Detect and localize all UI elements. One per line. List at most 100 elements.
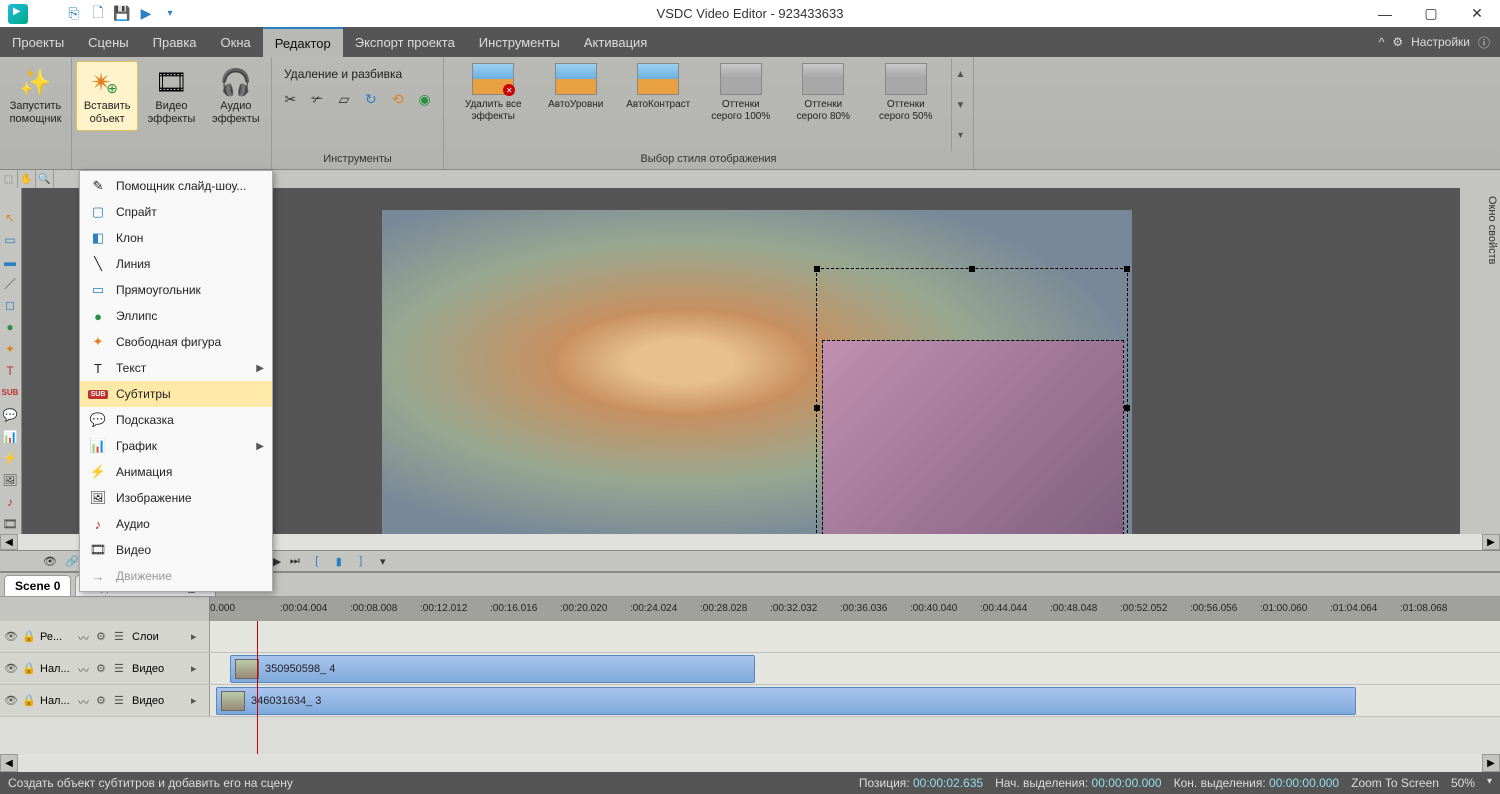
timeline-ruler[interactable]: 0.000:00:04.004:00:08.008:00:12.012:00:1… bbox=[210, 597, 1500, 621]
stabilize-icon[interactable]: ◉ bbox=[414, 87, 435, 111]
anim-tool-icon[interactable]: ⚡ bbox=[0, 448, 20, 468]
maximize-button[interactable]: ▢ bbox=[1408, 0, 1454, 27]
fx-icon[interactable]: ⚙ bbox=[96, 630, 110, 644]
tip-tool-icon[interactable]: 💬 bbox=[0, 405, 20, 425]
canvas-scrollbar[interactable] bbox=[1460, 188, 1478, 534]
rect2-tool-icon[interactable]: ▬ bbox=[0, 252, 20, 272]
list-icon[interactable]: ☰ bbox=[114, 630, 128, 644]
track[interactable] bbox=[210, 621, 1500, 652]
eye-icon[interactable]: 👁 bbox=[4, 694, 18, 708]
dd-item-эллипс[interactable]: ●Эллипс bbox=[80, 303, 272, 329]
list-icon[interactable]: ☰ bbox=[114, 662, 128, 676]
preview-canvas[interactable] bbox=[382, 210, 1132, 534]
dd-item-прямоугольник[interactable]: ▭Прямоугольник bbox=[80, 277, 272, 303]
gallery-more-icon[interactable]: ▾ bbox=[952, 120, 969, 151]
style-item-1[interactable]: АвтоУровни bbox=[539, 63, 614, 111]
eye-icon[interactable]: 👁 bbox=[4, 630, 18, 644]
text-tool-icon[interactable]: T bbox=[0, 361, 20, 381]
new-icon[interactable]: ⎘ bbox=[66, 6, 82, 22]
tp-more-icon[interactable]: ▾ bbox=[373, 552, 393, 570]
canvas-scroll-right[interactable]: ▶ bbox=[1482, 534, 1500, 550]
save-icon[interactable]: 💾 bbox=[114, 6, 130, 22]
dd-item-анимация[interactable]: ⚡Анимация bbox=[80, 459, 272, 485]
minimize-button[interactable]: — bbox=[1362, 0, 1408, 27]
chevron-icon[interactable]: ▸ bbox=[191, 694, 205, 708]
info-icon[interactable]: ⓘ bbox=[1478, 34, 1490, 51]
menu-tools[interactable]: Инструменты bbox=[467, 27, 572, 57]
tp-range-icon[interactable]: ▮ bbox=[329, 552, 349, 570]
tl-scroll-track[interactable] bbox=[18, 754, 1482, 772]
list-icon[interactable]: ☰ bbox=[114, 694, 128, 708]
settings-link[interactable]: Настройки bbox=[1411, 35, 1470, 49]
dd-item-клон[interactable]: ◧Клон bbox=[80, 225, 272, 251]
dd-item-аудио[interactable]: ♪Аудио bbox=[80, 511, 272, 537]
audio-tool-icon[interactable]: ♪ bbox=[0, 492, 20, 512]
tab-scene[interactable]: Scene 0 bbox=[4, 575, 71, 596]
video-effects-button[interactable]: 🎞 Видео эффекты bbox=[140, 61, 202, 131]
lock-icon[interactable]: 🔒 bbox=[22, 662, 36, 676]
image-tool-icon[interactable]: 🖼 bbox=[0, 470, 20, 490]
menu-edit[interactable]: Правка bbox=[141, 27, 209, 57]
help-icon[interactable]: ^ bbox=[1379, 35, 1385, 49]
style-item-3[interactable]: Оттенкисерого 100% bbox=[704, 63, 779, 123]
menu-projects[interactable]: Проекты bbox=[0, 27, 76, 57]
lock-icon[interactable]: 🔒 bbox=[22, 694, 36, 708]
gallery-down-icon[interactable]: ▼ bbox=[952, 90, 969, 121]
audio-effects-button[interactable]: 🎧 Аудио эффекты bbox=[205, 61, 267, 131]
shape-tool-icon[interactable]: ◻ bbox=[0, 295, 20, 315]
tp-last-icon[interactable]: ⏭ bbox=[285, 552, 305, 570]
tool-hand-icon[interactable]: ✋ bbox=[18, 170, 36, 188]
dd-item-линия[interactable]: ╲Линия bbox=[80, 251, 272, 277]
style-item-2[interactable]: АвтоКонтраст bbox=[621, 63, 696, 111]
line-tool-icon[interactable]: ／ bbox=[0, 274, 20, 294]
wave-icon[interactable]: 〰 bbox=[78, 694, 92, 708]
menu-scenes[interactable]: Сцены bbox=[76, 27, 140, 57]
fx-icon[interactable]: ⚙ bbox=[96, 694, 110, 708]
lock-icon[interactable]: 🔒 bbox=[22, 630, 36, 644]
ellipse-tool-icon[interactable]: ● bbox=[0, 317, 20, 337]
playhead[interactable] bbox=[257, 621, 258, 652]
gallery-up-icon[interactable]: ▲ bbox=[952, 59, 969, 90]
pointer-icon[interactable]: ↖ bbox=[0, 208, 20, 228]
dd-item-видео[interactable]: 🎞Видео bbox=[80, 537, 272, 563]
video-tool-icon[interactable]: 🎞 bbox=[0, 514, 20, 534]
tool-selector-icon[interactable]: ⬚ bbox=[0, 170, 18, 188]
play-icon[interactable]: ▶ bbox=[138, 6, 154, 22]
eye-icon[interactable]: 👁 bbox=[4, 662, 18, 676]
canvas-scroll-left[interactable]: ◀ bbox=[0, 534, 18, 550]
fx-icon[interactable]: ⚙ bbox=[96, 662, 110, 676]
zoom-label[interactable]: Zoom To Screen bbox=[1351, 776, 1439, 790]
chevron-icon[interactable]: ▸ bbox=[191, 630, 205, 644]
insert-object-button[interactable]: ✴⊕ Вставить объект bbox=[76, 61, 138, 131]
dd-item-подсказка[interactable]: 💬Подсказка bbox=[80, 407, 272, 433]
dd-item-помощник-слайд-шоу-[interactable]: ✎Помощник слайд-шоу... bbox=[80, 173, 272, 199]
crop-icon[interactable]: ▱ bbox=[334, 87, 355, 111]
rotate-icon[interactable]: ↻ bbox=[360, 87, 381, 111]
gear-icon[interactable]: ⚙ bbox=[1392, 35, 1403, 49]
menu-windows[interactable]: Окна bbox=[209, 27, 263, 57]
cut-icon[interactable]: ✂ bbox=[280, 87, 301, 111]
wave-icon[interactable]: 〰 bbox=[78, 662, 92, 676]
rect-tool-icon[interactable]: ▭ bbox=[0, 230, 20, 250]
wave-icon[interactable]: 〰 bbox=[78, 630, 92, 644]
dd-item-текст[interactable]: TТекст▶ bbox=[80, 355, 272, 381]
chart-tool-icon[interactable]: 📊 bbox=[0, 427, 20, 447]
tool-zoom-icon[interactable]: 🔍 bbox=[36, 170, 54, 188]
dd-item-спрайт[interactable]: ▢Спрайт bbox=[80, 199, 272, 225]
rot90-icon[interactable]: ⟲ bbox=[387, 87, 408, 111]
tp-eye-icon[interactable]: 👁 bbox=[40, 552, 60, 570]
tp-mark-out-icon[interactable]: ] bbox=[351, 552, 371, 570]
track[interactable]: 346031634_ 3 bbox=[210, 685, 1500, 716]
sub-tool-icon[interactable]: SUB bbox=[0, 383, 20, 403]
dd-item-график[interactable]: 📊График▶ bbox=[80, 433, 272, 459]
dd-item-свободная-фигура[interactable]: ✦Свободная фигура bbox=[80, 329, 272, 355]
clip[interactable]: 350950598_ 4 bbox=[230, 655, 755, 683]
tl-scroll-right[interactable]: ▶ bbox=[1482, 754, 1500, 772]
tl-scroll-left[interactable]: ◀ bbox=[0, 754, 18, 772]
qat-dropdown-icon[interactable]: ▾ bbox=[162, 6, 178, 22]
chevron-icon[interactable]: ▸ bbox=[191, 662, 205, 676]
dd-item-изображение[interactable]: 🖼Изображение bbox=[80, 485, 272, 511]
menu-activation[interactable]: Активация bbox=[572, 27, 659, 57]
open-icon[interactable]: 🗋 bbox=[90, 6, 106, 22]
track[interactable]: 350950598_ 4 bbox=[210, 653, 1500, 684]
